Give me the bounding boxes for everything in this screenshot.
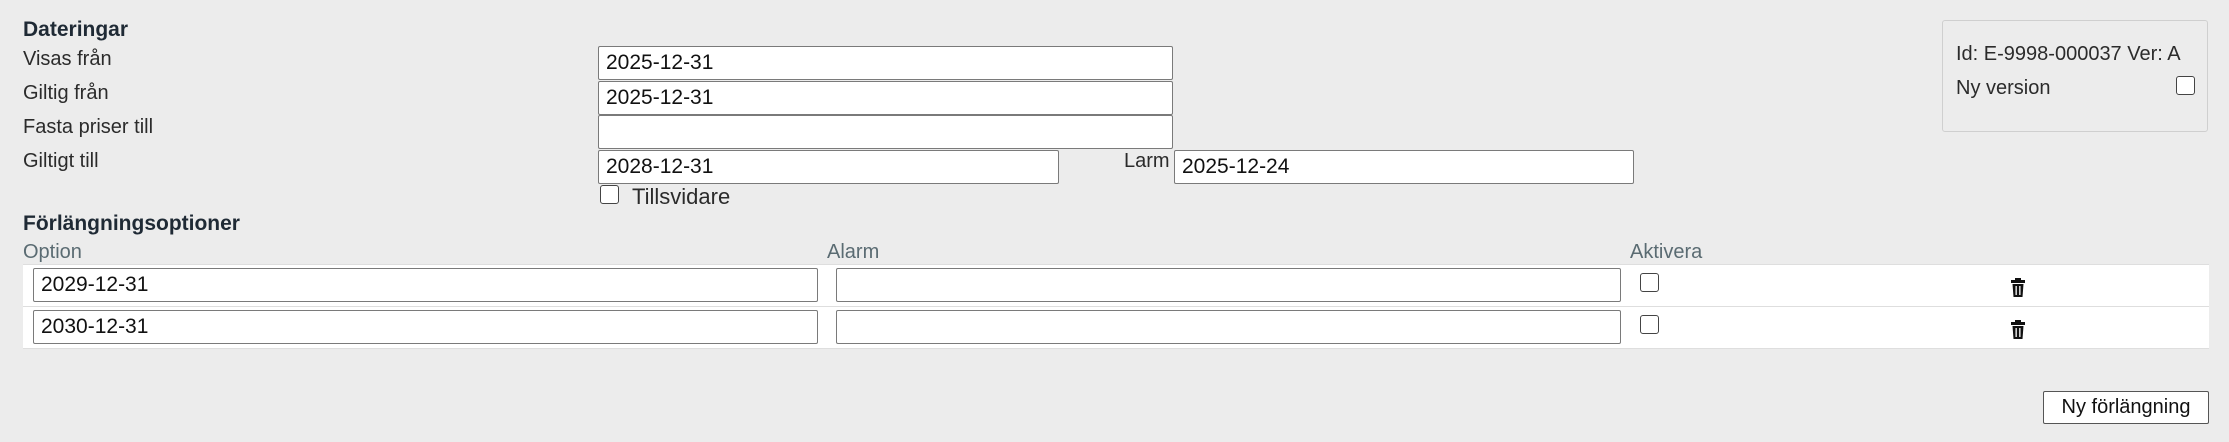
- new-version-checkbox[interactable]: [2176, 76, 2195, 95]
- giltig-fran-input[interactable]: [598, 81, 1173, 115]
- activate-checkbox[interactable]: [1640, 315, 1659, 334]
- fasta-priser-till-input[interactable]: [598, 115, 1173, 149]
- record-id-text: Id: E-9998-000037 Ver: A: [1956, 43, 2181, 65]
- alarm-input[interactable]: [836, 310, 1621, 344]
- visas-fran-label: Visas från: [23, 48, 112, 70]
- row-divider: [23, 306, 2209, 307]
- larm-label: Larm: [1124, 150, 1170, 172]
- extensions-heading: Förlängningsoptioner: [23, 212, 240, 235]
- giltigt-till-input[interactable]: [598, 150, 1059, 184]
- alarm-input[interactable]: [836, 268, 1621, 302]
- trash-icon[interactable]: [2010, 278, 2026, 298]
- visas-fran-input[interactable]: [598, 46, 1173, 80]
- option-input[interactable]: [33, 268, 818, 302]
- new-extension-button[interactable]: Ny förlängning: [2043, 391, 2209, 424]
- larm-input[interactable]: [1174, 150, 1634, 184]
- giltigt-till-label: Giltigt till: [23, 150, 99, 172]
- tillsvidare-checkbox[interactable]: [600, 185, 619, 204]
- row-divider: [23, 264, 2209, 265]
- dates-heading: Dateringar: [23, 18, 129, 41]
- version-info-box: Id: E-9998-000037 Ver: A Ny version: [1942, 20, 2208, 132]
- column-activate: Aktivera: [1630, 241, 1703, 263]
- fasta-priser-till-label: Fasta priser till: [23, 116, 154, 138]
- trash-icon[interactable]: [2010, 320, 2026, 340]
- tillsvidare-label: Tillsvidare: [632, 184, 731, 209]
- column-alarm: Alarm: [827, 241, 880, 263]
- option-input[interactable]: [33, 310, 818, 344]
- column-option: Option: [23, 241, 82, 263]
- activate-checkbox[interactable]: [1640, 273, 1659, 292]
- giltig-fran-label: Giltig från: [23, 82, 109, 104]
- row-divider: [23, 348, 2209, 349]
- new-version-label: Ny version: [1956, 77, 2051, 99]
